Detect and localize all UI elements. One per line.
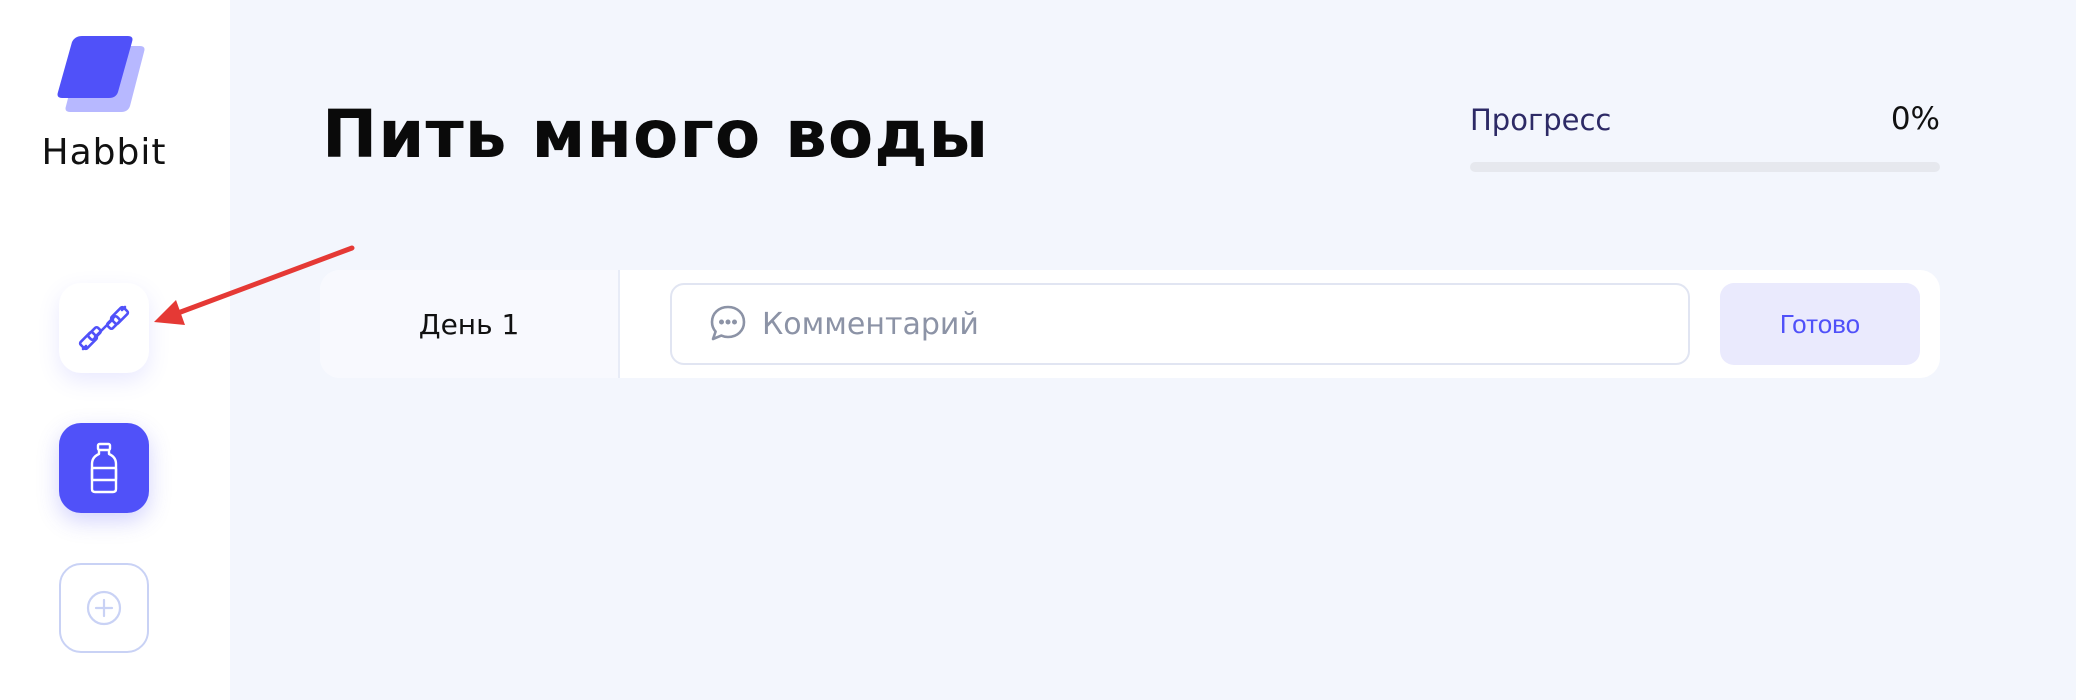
main-content: Пить много воды Прогресс 0% День 1 Готов… (230, 0, 2076, 700)
page-title: Пить много воды (322, 96, 990, 173)
habit-button-workout[interactable] (59, 283, 149, 373)
progress-bar (1470, 162, 1940, 172)
app-logo[interactable]: Habbit (0, 28, 230, 178)
bottle-icon (90, 442, 118, 494)
chat-bubble-icon (710, 305, 746, 341)
logo-text: Habbit (41, 132, 167, 173)
day-label: День 1 (320, 270, 620, 378)
sidebar: Habbit (0, 0, 230, 700)
progress-label: Прогресс (1470, 103, 1612, 137)
habit-button-water[interactable] (59, 423, 149, 513)
comment-input[interactable] (762, 285, 1662, 363)
done-button[interactable]: Готово (1720, 283, 1920, 365)
dumbbell-icon (78, 305, 130, 351)
add-habit-button[interactable] (59, 563, 149, 653)
day-row: День 1 Готово (320, 270, 1940, 378)
plus-circle-icon (86, 590, 122, 626)
logo-icon (57, 36, 145, 112)
comment-field[interactable] (670, 283, 1690, 365)
progress-value: 0% (1890, 101, 1940, 137)
